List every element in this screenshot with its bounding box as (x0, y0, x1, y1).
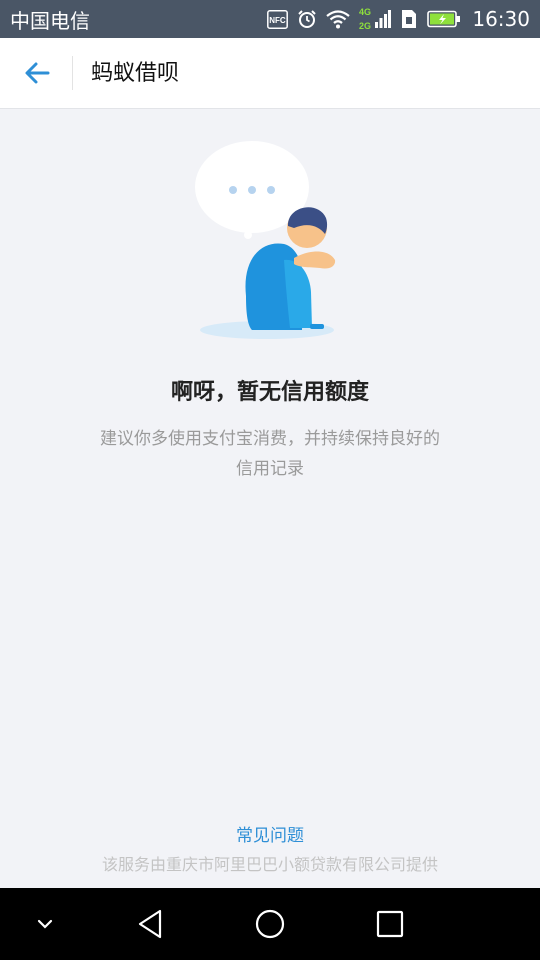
screen: 中国电信 NFC 4G 2G 16:30 蚂蚁借呗 啊呀，暂无信用额度 建议你多… (0, 0, 540, 960)
title-divider (72, 56, 73, 90)
alarm-icon (297, 9, 317, 29)
empty-state-description: 建议你多使用支付宝消费，并持续保持良好的信用记录 (100, 429, 440, 479)
chevron-down-icon (37, 919, 53, 929)
carrier-name: 中国电信 (10, 8, 90, 33)
nav-recents-button[interactable] (358, 888, 422, 960)
sim-icon (400, 9, 418, 29)
signal-icon: 4G 2G (359, 6, 392, 32)
faq-link[interactable]: 常见问题 (0, 821, 540, 846)
home-circle-icon (255, 909, 285, 939)
page-title: 蚂蚁借呗 (91, 61, 180, 86)
nav-collapse-button[interactable] (26, 888, 64, 960)
arrow-left-icon (25, 62, 50, 84)
empty-state-title: 啊呀，暂无信用额度 (170, 380, 369, 405)
network-2g-label: 2G (359, 21, 371, 31)
battery-charging-icon (427, 10, 461, 28)
wifi-icon (326, 9, 351, 29)
clock: 16:30 (472, 7, 530, 31)
status-bar: 中国电信 NFC 4G 2G 16:30 (0, 0, 540, 38)
back-triangle-icon (138, 909, 162, 939)
network-4g-label: 4G (359, 7, 371, 17)
back-button[interactable] (16, 52, 58, 94)
navigation-bar (0, 888, 540, 960)
nfc-icon: NFC (267, 9, 289, 29)
title-bar: 蚂蚁借呗 (0, 38, 540, 109)
empty-state-illustration (195, 141, 336, 339)
nav-back-button[interactable] (118, 888, 182, 960)
status-icons: NFC 4G 2G 16:30 (267, 6, 530, 32)
nav-home-button[interactable] (238, 888, 302, 960)
nfc-label: NFC (270, 16, 287, 25)
recents-square-icon (376, 910, 404, 938)
provider-note: 该服务由重庆市阿里巴巴小额贷款有限公司提供 (101, 855, 438, 874)
